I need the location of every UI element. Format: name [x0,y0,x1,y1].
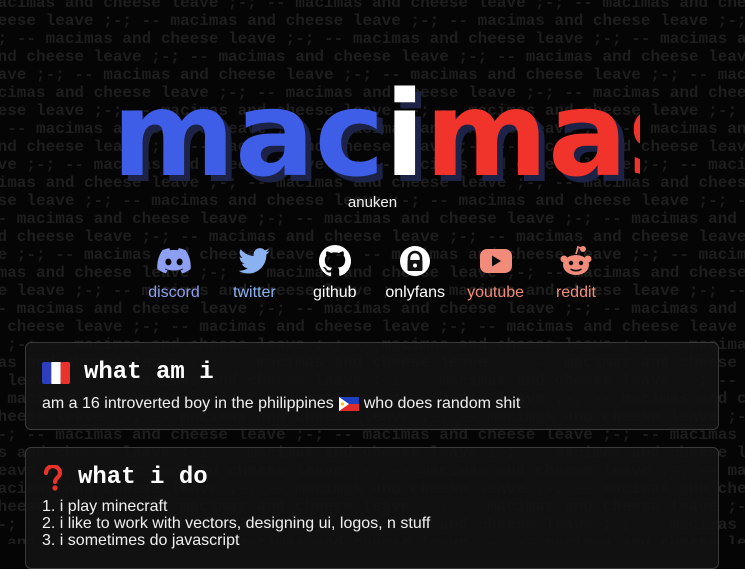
youtube-icon [479,244,513,278]
logo-text: macimas [112,65,640,187]
what-am-i-text-part1: am a 16 introverted boy in the philippin… [42,395,334,412]
github-link[interactable]: github [296,244,374,304]
reddit-label: reddit [555,284,596,301]
discord-label: discord [148,284,200,301]
macimas-logo: macimas macimas [112,65,640,187]
what-am-i-title: what am i [84,359,214,386]
github-icon [318,244,352,278]
youtube-link[interactable]: youtube [457,244,535,304]
twitter-link[interactable]: twitter [215,244,293,304]
social-links: discord twitter github onlyfans youtube … [135,244,615,304]
question-mark-icon [42,464,64,491]
what-i-do-heading: what i do [42,464,208,491]
youtube-label: youtube [467,284,525,301]
github-label: github [312,284,357,301]
what-am-i-text-part2: who does random shit [363,395,521,412]
reddit-icon [559,244,593,278]
list-item: 3. i sometimes do javascript [42,532,240,549]
background-text-line: -; -- macimas and cheese leave ;-; -- ma… [0,30,745,48]
onlyfans-icon [398,244,432,278]
what-i-do-card: what i do 1. i play minecraft 2. i like … [25,447,719,569]
reddit-link[interactable]: reddit [537,244,615,304]
philippines-flag-icon [338,397,359,411]
logo-part-white: i [385,65,425,187]
list-item: 1. i play minecraft [42,498,168,515]
france-flag-icon [42,361,70,384]
onlyfans-link[interactable]: onlyfans [376,244,454,304]
onlyfans-label: onlyfans [385,284,445,301]
logo-part-red: mas [425,65,640,187]
list-item: 2. i like to work with vectors, designin… [42,515,431,532]
what-am-i-card: what am i am a 16 introverted boy in the… [25,342,719,430]
what-am-i-heading: what am i [42,359,214,386]
background-text-line: heese leave ;-; -- macimas and cheese le… [0,12,745,30]
logo-part-blue: mac [112,65,385,187]
background-text-line: macimas and cheese leave ;-; -- macimas … [0,0,745,12]
what-i-do-list: 1. i play minecraft 2. i like to work wi… [42,498,430,549]
twitter-label: twitter [233,284,276,301]
background-text-line: d cheese leave ;-; -- macimas and cheese… [0,318,745,336]
twitter-icon [237,244,271,278]
background-text-line: -- macimas and cheese leave ;-; -- macim… [0,210,745,228]
what-i-do-title: what i do [78,464,208,491]
username: anuken [347,194,398,211]
discord-icon [157,244,191,278]
what-am-i-text: am a 16 introverted boy in the philippin… [42,395,520,413]
discord-link[interactable]: discord [135,244,213,304]
